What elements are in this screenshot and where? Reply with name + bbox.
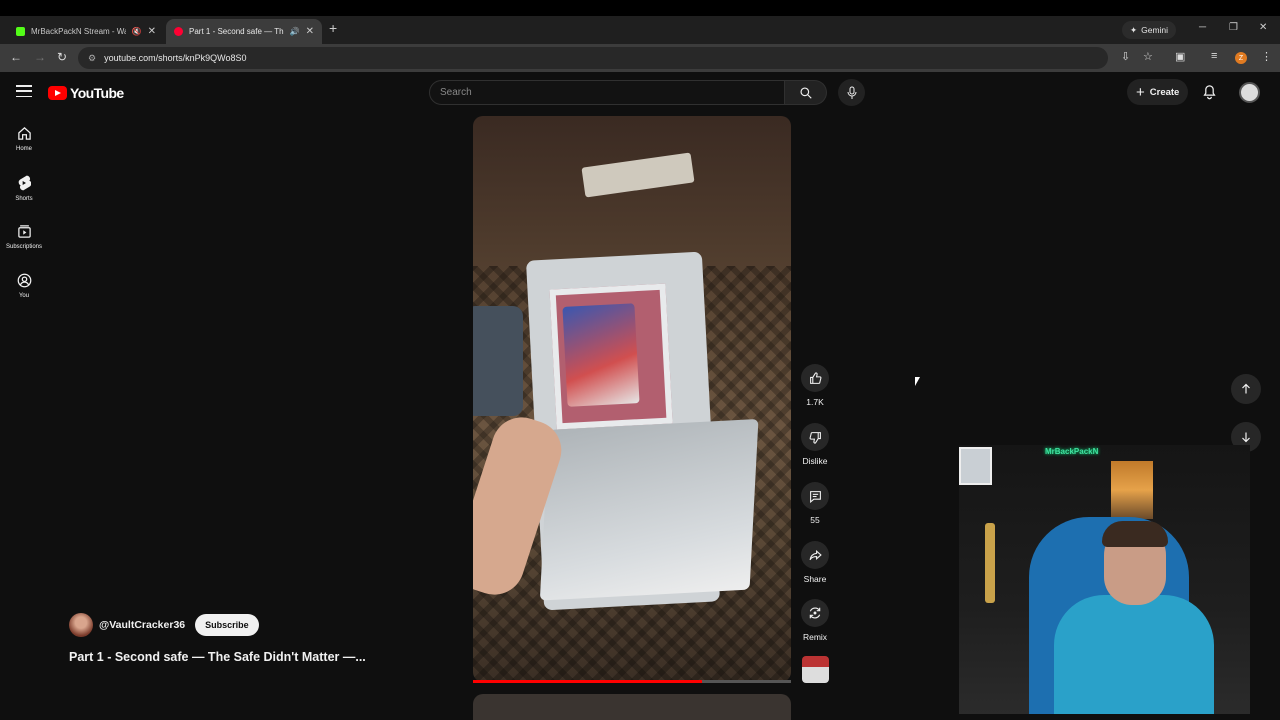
sidebar-item-label: Shorts xyxy=(15,196,33,202)
wall-poster xyxy=(959,447,992,485)
tab-title: Part 1 - Second safe — The xyxy=(189,27,284,36)
previous-short-button[interactable] xyxy=(1231,374,1261,404)
channel-row: @VaultCracker36 Subscribe xyxy=(69,613,259,637)
video-progress-bar[interactable] xyxy=(473,680,791,683)
search-input[interactable]: Search xyxy=(429,80,785,105)
search-button[interactable] xyxy=(785,80,827,105)
profile-avatar[interactable]: Z xyxy=(1235,52,1247,64)
sidebar-item-label: Subscriptions xyxy=(5,244,43,250)
screen-top-edge xyxy=(0,0,1280,16)
dislike-label: Dislike xyxy=(802,456,828,466)
video-frame-detail xyxy=(473,306,523,416)
hamburger-menu-icon[interactable] xyxy=(16,85,32,101)
like-count: 1.7K xyxy=(806,397,824,407)
subscribe-button[interactable]: Subscribe xyxy=(195,614,259,636)
gemini-sparkle-icon: ✦ xyxy=(1130,24,1138,35)
thumbs-up-icon xyxy=(809,371,821,384)
extensions-icon[interactable]: ▣ xyxy=(1175,50,1185,63)
browser-tab-short[interactable]: Part 1 - Second safe — The 🔊 ✕ xyxy=(166,19,322,44)
plus-icon: + xyxy=(1136,83,1145,101)
tiger-poster xyxy=(1111,461,1153,519)
home-icon xyxy=(17,127,31,140)
search-icon xyxy=(799,86,812,99)
bookmark-star-icon[interactable]: ☆ xyxy=(1143,50,1153,63)
site-info-icon[interactable]: ⚙ xyxy=(88,53,96,64)
like-button[interactable]: 1.7K xyxy=(800,364,830,407)
dislike-button[interactable]: Dislike xyxy=(800,423,830,466)
comment-count: 55 xyxy=(810,515,820,525)
gemini-label: Gemini xyxy=(1141,25,1169,35)
browser-tab-bar: MrBackPackN Stream - Wat 🔇 ✕ Part 1 - Se… xyxy=(0,16,1280,44)
notifications-bell-icon[interactable] xyxy=(1202,84,1217,105)
gemini-button[interactable]: ✦ Gemini xyxy=(1122,21,1177,39)
tab-close-icon[interactable]: ✕ xyxy=(148,26,156,37)
share-label: Share xyxy=(803,574,827,584)
next-short-preview[interactable] xyxy=(473,694,791,720)
minimize-icon[interactable]: ─ xyxy=(1199,22,1206,33)
install-app-icon[interactable]: ⇩ xyxy=(1121,50,1130,63)
webcam-overlay: MrBackPackN xyxy=(959,445,1250,714)
remix-button[interactable]: Remix xyxy=(800,599,830,642)
restore-icon[interactable]: ❐ xyxy=(1229,22,1238,33)
youtube-favicon-icon xyxy=(174,27,183,36)
create-label: Create xyxy=(1149,86,1180,98)
media-controls-icon[interactable]: ≡ xyxy=(1211,50,1217,62)
shorts-icon xyxy=(18,175,31,191)
share-icon xyxy=(809,549,822,560)
address-bar[interactable]: ⚙ youtube.com/shorts/knPk9QWo8S0 xyxy=(78,47,1108,69)
audio-source-thumbnail[interactable] xyxy=(802,656,829,683)
sidebar-item-you[interactable]: You xyxy=(0,267,48,316)
browser-toolbar: ← → ↻ ⚙ youtube.com/shorts/knPk9QWo8S0 ⇩… xyxy=(0,44,1280,72)
window-close-icon[interactable]: ✕ xyxy=(1259,22,1267,33)
video-frame-detail xyxy=(581,152,695,198)
sidebar-item-home[interactable]: Home xyxy=(0,120,48,169)
back-icon[interactable]: ← xyxy=(10,50,22,64)
reload-icon[interactable]: ↻ xyxy=(57,50,67,64)
youtube-logo[interactable]: YouTube xyxy=(48,85,124,101)
comments-button[interactable]: 55 xyxy=(800,482,830,525)
sidebar-item-shorts[interactable]: Shorts xyxy=(0,169,48,218)
streamer xyxy=(1044,521,1214,714)
youtube-play-icon xyxy=(48,86,67,100)
tab-audio-icon[interactable]: 🔊 xyxy=(290,27,300,36)
sidebar-item-label: Home xyxy=(15,146,32,152)
browser-menu-icon[interactable]: ⋮ xyxy=(1261,50,1272,63)
mouse-cursor-icon xyxy=(915,377,920,386)
channel-name[interactable]: @VaultCracker36 xyxy=(99,619,185,631)
video-progress-fill xyxy=(473,680,702,683)
kick-favicon-icon xyxy=(16,27,25,36)
video-title[interactable]: Part 1 - Second safe — The Safe Didn't M… xyxy=(69,650,366,664)
comment-icon xyxy=(809,490,821,503)
new-tab-button[interactable]: + xyxy=(329,20,337,36)
sidebar-item-label: You xyxy=(18,293,30,299)
account-avatar[interactable] xyxy=(1239,82,1260,103)
mini-sidebar: Home Shorts Subscriptions You xyxy=(0,120,48,316)
sidebar-item-subscriptions[interactable]: Subscriptions xyxy=(0,218,48,267)
voice-search-button[interactable] xyxy=(838,79,865,106)
channel-logo-art: MrBackPackN xyxy=(1045,447,1099,456)
create-button[interactable]: + Create xyxy=(1127,79,1189,105)
share-button[interactable]: Share xyxy=(800,541,830,584)
remix-icon xyxy=(809,607,821,619)
tab-muted-icon[interactable]: 🔇 xyxy=(132,27,142,36)
arrow-down-icon xyxy=(1242,432,1250,443)
url-text: youtube.com/shorts/knPk9QWo8S0 xyxy=(104,53,247,63)
shorts-video-player[interactable] xyxy=(473,116,791,682)
youtube-wordmark: YouTube xyxy=(70,85,124,101)
forward-icon[interactable]: → xyxy=(34,50,46,64)
channel-avatar[interactable] xyxy=(69,613,93,637)
arrow-up-icon xyxy=(1242,383,1250,394)
subscriptions-icon xyxy=(17,225,31,238)
tab-close-icon[interactable]: ✕ xyxy=(306,26,314,37)
wall-decoration xyxy=(985,523,995,603)
you-icon xyxy=(17,273,31,288)
search-placeholder: Search xyxy=(440,87,472,98)
tab-title: MrBackPackN Stream - Wat xyxy=(31,27,126,36)
microphone-icon xyxy=(847,86,856,99)
thumbs-down-icon xyxy=(809,431,821,444)
browser-tab-stream[interactable]: MrBackPackN Stream - Wat 🔇 ✕ xyxy=(8,19,164,44)
remix-label: Remix xyxy=(802,632,828,642)
